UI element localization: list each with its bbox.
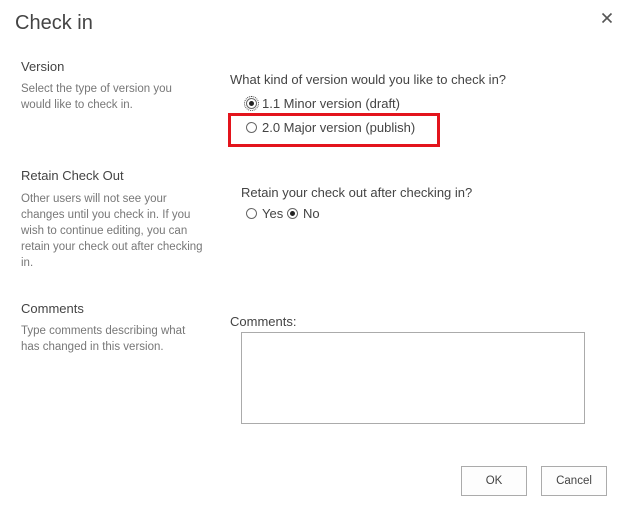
major-version-radio[interactable] — [246, 122, 257, 133]
minor-version-label: 1.1 Minor version (draft) — [262, 96, 400, 111]
comments-input[interactable] — [241, 332, 585, 424]
minor-version-option[interactable]: 1.1 Minor version (draft) — [244, 96, 400, 111]
comments-section-description: Type comments describing what has change… — [21, 325, 186, 353]
retain-section-description: Other users will not see your changes un… — [21, 193, 203, 269]
minor-version-radio[interactable] — [244, 96, 259, 111]
retain-yes-label: Yes — [262, 206, 284, 221]
close-button[interactable] — [598, 9, 616, 27]
retain-yes-radio[interactable] — [246, 208, 257, 219]
ok-button[interactable]: OK — [461, 466, 527, 496]
major-version-label: 2.0 Major version (publish) — [262, 120, 416, 135]
retain-no-radio[interactable] — [287, 208, 298, 219]
version-section-title: Version — [21, 59, 65, 74]
retain-no-option[interactable]: No — [287, 206, 320, 221]
comments-section-title: Comments — [21, 301, 84, 316]
retain-no-label: No — [303, 206, 320, 221]
version-section-description: Select the type of version you would lik… — [21, 83, 172, 111]
close-icon — [601, 12, 613, 24]
dialog-title: Check in — [15, 12, 93, 34]
retain-yes-option[interactable]: Yes — [246, 206, 283, 221]
check-in-dialog: Check in Version Select the type of vers… — [0, 0, 627, 524]
comments-label: Comments: — [230, 314, 297, 329]
retain-section-title: Retain Check Out — [21, 168, 124, 183]
retain-question: Retain your check out after checking in? — [241, 185, 473, 200]
cancel-button[interactable]: Cancel — [541, 466, 607, 496]
major-version-option[interactable]: 2.0 Major version (publish) — [246, 120, 415, 135]
version-question: What kind of version would you like to c… — [230, 72, 507, 87]
